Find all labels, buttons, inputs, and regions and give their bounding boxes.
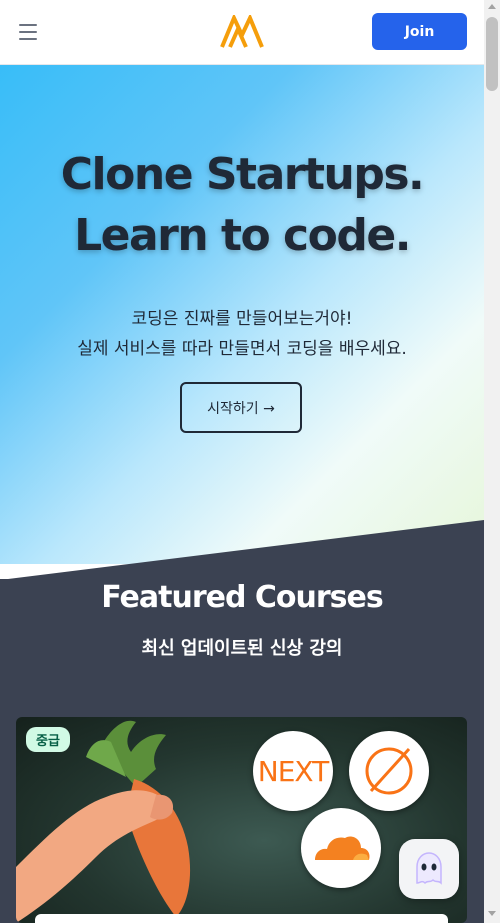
scrollbar-thumb[interactable] (486, 17, 498, 91)
hero-subtitle-line-2: 실제 서비스를 따라 만들면서 코딩을 배우세요. (77, 339, 407, 359)
top-navbar: Join (0, 0, 484, 65)
hamburger-menu-icon[interactable] (19, 24, 37, 40)
hero-section: Clone Startups. Learn to code. 코딩은 진짜를 만… (0, 64, 484, 564)
scroll-up-arrow-icon[interactable] (488, 4, 496, 9)
chat-widget-button[interactable] (399, 839, 459, 899)
course-card-info-panel (35, 914, 448, 923)
course-card[interactable]: 중급 NEXT (16, 717, 467, 923)
page-scrollbar[interactable] (484, 0, 500, 923)
featured-subtitle: 최신 업데이트된 신상 강의 (141, 638, 343, 659)
level-badge: 중급 (26, 727, 70, 752)
join-button[interactable]: Join (372, 13, 467, 50)
hero-title: Clone Startups. Learn to code. (0, 144, 484, 266)
hero-title-line-1: Clone Startups. (60, 149, 425, 200)
hero-subtitle-line-1: 코딩은 진짜를 만들어보는거야! (131, 309, 353, 329)
cloudflare-logo-icon (301, 808, 381, 888)
nomad-m-logo-icon[interactable] (220, 15, 264, 49)
scroll-down-arrow-icon[interactable] (488, 911, 496, 916)
orange-circle-logo-icon (349, 731, 429, 811)
featured-title: Featured Courses (101, 580, 383, 615)
ghost-chat-icon (416, 852, 442, 885)
hero-subtitle: 코딩은 진짜를 만들어보는거야! 실제 서비스를 따라 만들면서 코딩을 배우세… (0, 304, 484, 364)
start-button[interactable]: 시작하기 → (180, 382, 302, 433)
nextjs-logo-icon: NEXT (253, 731, 333, 811)
hero-title-line-2: Learn to code. (74, 210, 411, 261)
